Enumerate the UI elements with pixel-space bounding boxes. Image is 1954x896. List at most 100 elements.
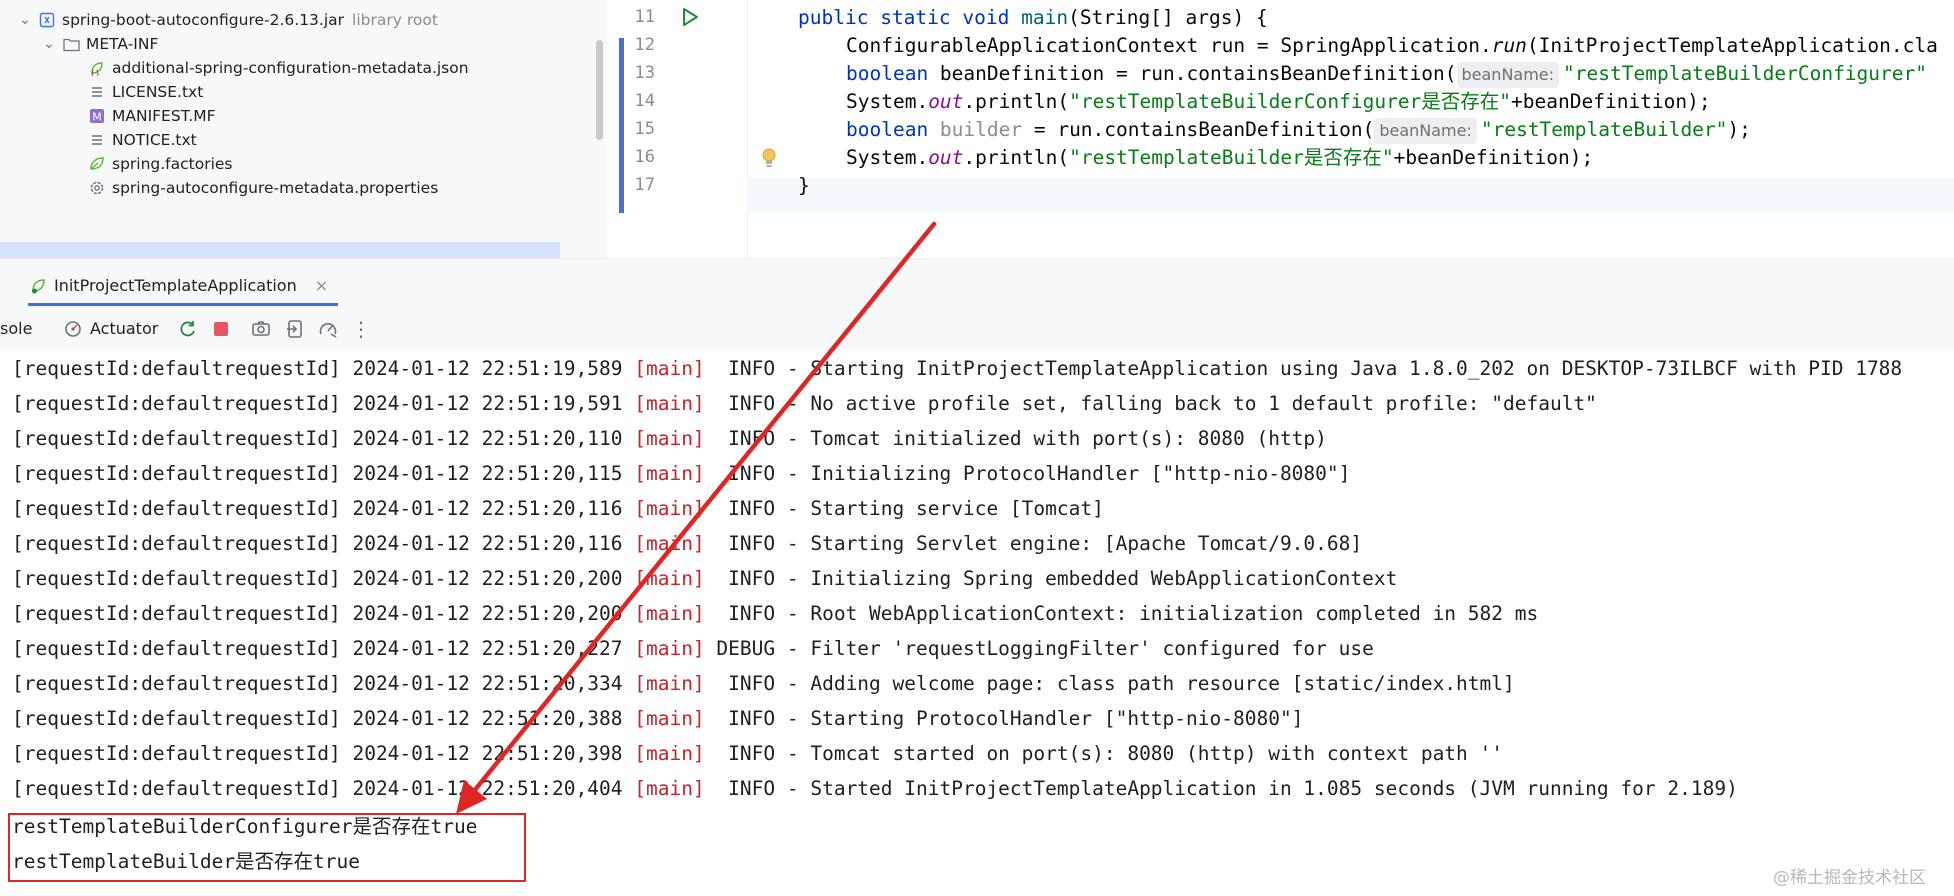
spring-leaf-icon (88, 155, 106, 173)
code-token: System. (846, 146, 929, 169)
log-thread: [main] (634, 392, 705, 415)
camera-icon[interactable] (250, 318, 272, 340)
active-tab-indicator (28, 303, 338, 306)
log-prefix: [requestId:defaultrequestId] 2024-01-12 … (12, 637, 635, 660)
jar-archive-icon (38, 11, 56, 29)
folder-icon (62, 35, 80, 53)
tree-selected-row[interactable] (0, 242, 560, 258)
code-token: ConfigurableApplicationContext run = Spr… (846, 34, 1492, 57)
log-line: [requestId:defaultrequestId] 2024-01-12 … (12, 666, 1515, 701)
more-options-icon[interactable]: ⋮ (350, 318, 372, 340)
code-line-16: System.out.println("restTemplateBuilder是… (846, 140, 1593, 175)
log-thread: [main] (634, 742, 705, 765)
log-line: [requestId:defaultrequestId] 2024-01-12 … (12, 456, 1350, 491)
run-toolbar: sole Actuator ⋮ (0, 307, 1954, 352)
log-line: [requestId:defaultrequestId] 2024-01-12 … (12, 526, 1362, 561)
log-message: DEBUG - Filter 'requestLoggingFilter' co… (704, 637, 1374, 660)
tab-console[interactable]: sole (0, 307, 32, 351)
code-token: "restTemplateBuilder" (1480, 118, 1728, 141)
log-message: INFO - Starting InitProjectTemplateAppli… (704, 357, 1903, 380)
lightbulb-icon[interactable] (759, 147, 779, 174)
spring-run-icon (30, 277, 48, 295)
log-thread: [main] (634, 357, 705, 380)
log-prefix: [requestId:defaultrequestId] 2024-01-12 … (12, 357, 635, 380)
chevron-down-icon[interactable]: ⌄ (42, 29, 56, 59)
log-thread: [main] (634, 462, 705, 485)
close-icon[interactable]: × (315, 269, 328, 303)
code-token: .println( (963, 146, 1070, 169)
code-token: ); (1727, 118, 1751, 141)
log-prefix: [requestId:defaultrequestId] 2024-01-12 … (12, 707, 635, 730)
code-token: +beanDefinition); (1511, 90, 1711, 113)
code-token: out (928, 146, 964, 169)
code-token: "restTemplateBuilder是否存在" (1069, 146, 1394, 169)
code-token: void (962, 6, 1010, 29)
log-message: INFO - Tomcat started on port(s): 8080 (… (704, 742, 1504, 765)
code-token: boolean (846, 62, 929, 85)
log-line: [requestId:defaultrequestId] 2024-01-12 … (12, 491, 1104, 526)
code-token: } (798, 174, 810, 197)
console-output[interactable]: [requestId:defaultrequestId] 2024-01-12 … (0, 351, 1954, 896)
spring-json-icon: {} (88, 59, 106, 77)
log-line: [requestId:defaultrequestId] 2024-01-12 … (12, 561, 1397, 596)
run-config-tab[interactable]: InitProjectTemplateApplication × (30, 267, 328, 305)
tree-scrollbar[interactable] (596, 40, 603, 140)
code-token: "restTemplateBuilderConfigurer是否存在" (1069, 90, 1512, 113)
svg-text:{}: {} (90, 69, 100, 76)
log-thread: [main] (634, 567, 705, 590)
log-thread: [main] (634, 637, 705, 660)
code-token: out (928, 90, 964, 113)
log-message: INFO - Starting ProtocolHandler ["http-n… (704, 707, 1304, 730)
log-thread: [main] (634, 707, 705, 730)
manifest-file-icon: M (88, 107, 106, 125)
log-thread: [main] (634, 427, 705, 450)
code-token: static (880, 6, 951, 29)
code-token: boolean (846, 118, 929, 141)
log-prefix: [requestId:defaultrequestId] 2024-01-12 … (12, 462, 635, 485)
log-prefix: [requestId:defaultrequestId] 2024-01-12 … (12, 532, 635, 555)
log-message: INFO - Tomcat initialized with port(s): … (704, 427, 1327, 450)
project-tree: ⌄ spring-boot-autoconfigure-2.6.13.jar l… (0, 0, 607, 258)
code-token: beanDefinition = run.containsBeanDefinit… (928, 62, 1457, 85)
log-prefix: [requestId:defaultrequestId] 2024-01-12 … (12, 672, 635, 695)
log-thread: [main] (634, 532, 705, 555)
tab-actuator[interactable]: Actuator (90, 307, 158, 351)
code-token: +beanDefinition); (1393, 146, 1594, 169)
chevron-down-icon[interactable]: ⌄ (18, 5, 32, 35)
svg-text:M: M (92, 111, 102, 124)
tree-item-file[interactable]: spring-autoconfigure-metadata.properties (88, 173, 438, 203)
run-gutter-icon[interactable] (679, 6, 701, 33)
log-line: [requestId:defaultrequestId] 2024-01-12 … (12, 386, 1597, 421)
run-tab-strip: InitProjectTemplateApplication × (0, 259, 1954, 307)
log-thread: [main] (634, 602, 705, 625)
log-thread: [main] (634, 497, 705, 520)
log-line: [requestId:defaultrequestId] 2024-01-12 … (12, 736, 1503, 771)
rerun-icon[interactable] (177, 318, 199, 340)
tree-item-label: spring-autoconfigure-metadata.properties (112, 179, 439, 197)
code-token: System. (846, 90, 929, 113)
log-prefix: [requestId:defaultrequestId] 2024-01-12 … (12, 497, 635, 520)
watermark: @稀土掘金技术社区 (1773, 868, 1926, 888)
log-prefix: [requestId:defaultrequestId] 2024-01-12 … (12, 392, 635, 415)
code-token: = run.containsBeanDefinition( (1022, 118, 1375, 141)
log-message: INFO - Initializing Spring embedded WebA… (704, 567, 1398, 590)
log-line: [requestId:defaultrequestId] 2024-01-12 … (12, 631, 1374, 666)
code-token: public (798, 6, 869, 29)
log-message: INFO - Starting service [Tomcat] (704, 497, 1104, 520)
export-icon[interactable] (284, 318, 306, 340)
log-message: INFO - Adding welcome page: class path r… (704, 672, 1515, 695)
line-number: 17 (634, 175, 655, 195)
log-prefix: [requestId:defaultrequestId] 2024-01-12 … (12, 602, 635, 625)
log-thread: [main] (634, 777, 705, 800)
log-message: INFO - Started InitProjectTemplateApplic… (704, 777, 1738, 800)
log-line: [requestId:defaultrequestId] 2024-01-12 … (12, 596, 1538, 631)
log-message: INFO - Starting Servlet engine: [Apache … (704, 532, 1363, 555)
text-file-icon (88, 83, 106, 101)
log-prefix: [requestId:defaultrequestId] 2024-01-12 … (12, 567, 635, 590)
profiler-icon[interactable] (317, 318, 339, 340)
code-editor[interactable]: 11 12 13 14 15 16 17 public static void … (607, 0, 1954, 258)
log-line: [requestId:defaultrequestId] 2024-01-12 … (12, 351, 1902, 386)
tree-item-secondary: library root (352, 11, 438, 29)
current-line-highlight (747, 178, 1954, 213)
stop-icon[interactable] (210, 318, 232, 340)
